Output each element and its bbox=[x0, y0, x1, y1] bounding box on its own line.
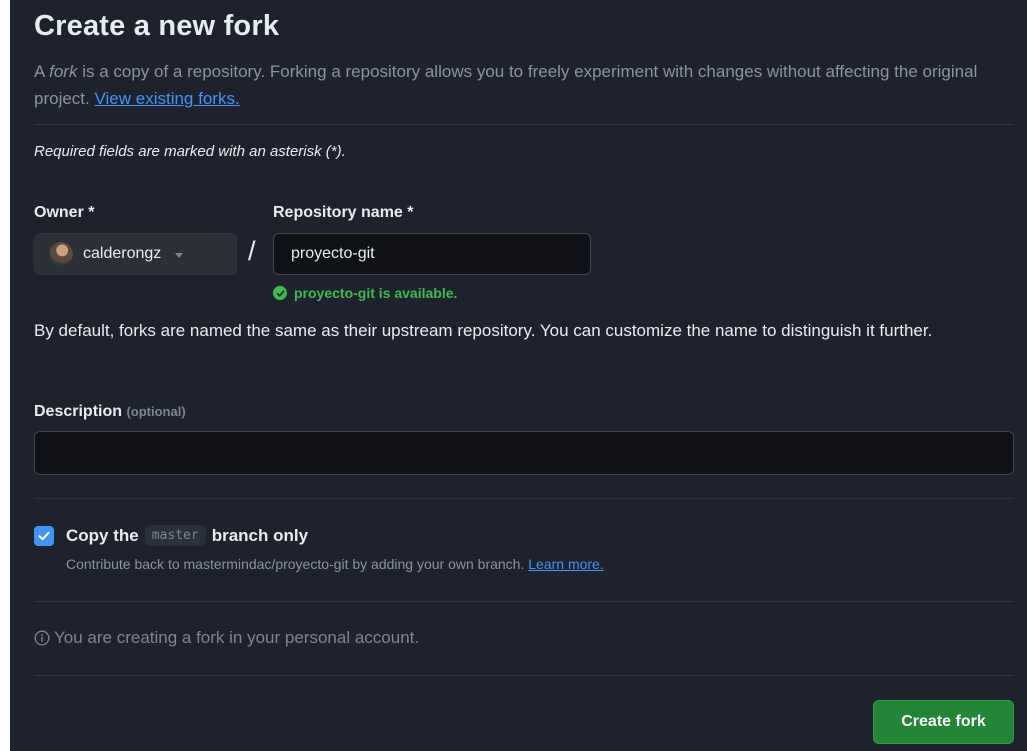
divider bbox=[34, 124, 1014, 125]
repository-name-input[interactable] bbox=[273, 233, 591, 275]
owner-repo-separator: / bbox=[248, 236, 256, 266]
learn-more-link[interactable]: Learn more. bbox=[528, 556, 603, 572]
contribute-text: Contribute back to mastermindac/proyecto… bbox=[66, 556, 529, 572]
page-title: Create a new fork bbox=[34, 10, 280, 42]
copy-branch-checkbox[interactable] bbox=[34, 526, 54, 546]
intro-prefix: A bbox=[34, 62, 50, 81]
contribute-note: Contribute back to mastermindac/proyecto… bbox=[66, 556, 604, 572]
divider bbox=[34, 601, 1014, 602]
copy-branch-suffix: branch only bbox=[211, 525, 309, 545]
description-input[interactable] bbox=[34, 431, 1014, 475]
owner-dropdown-button[interactable]: calderongz bbox=[34, 233, 237, 275]
copy-branch-label[interactable]: Copy the master branch only bbox=[66, 525, 308, 546]
divider bbox=[34, 675, 1014, 676]
naming-note: By default, forks are named the same as … bbox=[34, 321, 933, 340]
view-existing-forks-link[interactable]: View existing forks. bbox=[94, 89, 239, 108]
required-fields-note: Required fields are marked with an aster… bbox=[34, 143, 346, 160]
create-fork-button[interactable]: Create fork bbox=[873, 700, 1014, 744]
copy-branch-prefix: Copy the bbox=[66, 525, 139, 545]
chevron-down-icon bbox=[175, 252, 184, 258]
intro-fork-term: fork bbox=[49, 62, 78, 81]
branch-name-code: master bbox=[144, 525, 206, 546]
info-icon bbox=[34, 630, 50, 646]
fork-page-panel: Create a new fork A fork is a copy of a … bbox=[10, 0, 1027, 751]
avatar bbox=[49, 242, 73, 266]
owner-name: calderongz bbox=[83, 245, 162, 262]
divider bbox=[34, 498, 1014, 499]
personal-account-note: You are creating a fork in your personal… bbox=[34, 628, 419, 648]
optional-hint: (optional) bbox=[126, 404, 186, 419]
checkmark-icon bbox=[38, 531, 50, 541]
availability-text: proyecto-git is available. bbox=[294, 285, 458, 301]
availability-message: proyecto-git is available. bbox=[273, 285, 457, 301]
check-circle-icon bbox=[273, 286, 287, 300]
owner-label: Owner * bbox=[34, 204, 95, 221]
description-label: Description (optional) bbox=[34, 403, 186, 421]
description-label-text: Description bbox=[34, 403, 123, 420]
personal-account-text: You are creating a fork in your personal… bbox=[54, 628, 420, 647]
intro-text: A fork is a copy of a repository. Forkin… bbox=[34, 58, 1009, 112]
repository-name-label: Repository name * bbox=[273, 204, 414, 221]
